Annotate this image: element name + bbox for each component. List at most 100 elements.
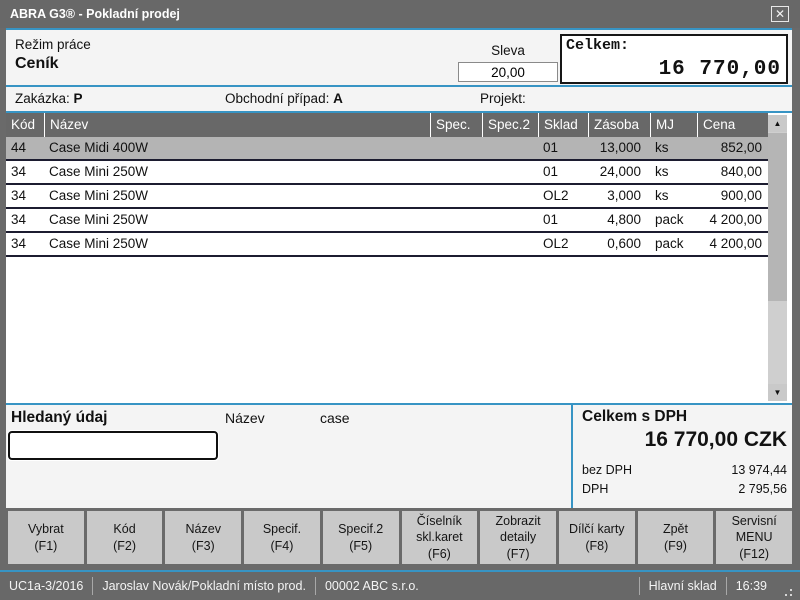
fn-button-label: Kód (113, 521, 135, 537)
order-value: P (74, 91, 83, 106)
fn-button-f9[interactable]: Zpět(F9) (638, 511, 714, 564)
fn-button-key: (F5) (349, 538, 372, 554)
column-header-nzev: Název (44, 113, 430, 137)
totals-row-value: 2 795,56 (738, 480, 787, 499)
cell-kod: 34 (6, 161, 44, 183)
table-row[interactable]: 34Case Mini 250WOL23,000ks900,00 (6, 185, 768, 209)
fn-button-key: (F9) (664, 538, 687, 554)
cell-cena: 4 200,00 (697, 233, 768, 255)
cell-nazev: Case Midi 400W (44, 137, 430, 159)
cell-zasoba: 24,000 (588, 161, 650, 183)
totals-row-label: DPH (582, 480, 608, 499)
resize-grip-icon[interactable] (780, 586, 794, 600)
cell-cena: 900,00 (697, 185, 768, 207)
close-icon[interactable]: ✕ (771, 6, 789, 22)
fn-button-f8[interactable]: Dílčí karty(F8) (559, 511, 635, 564)
mode-value: Ceník (15, 55, 59, 73)
cell-sklad: 01 (538, 161, 588, 183)
fn-button-label: Název (186, 521, 221, 537)
cell-nazev: Case Mini 250W (44, 161, 430, 183)
cell-spec2 (482, 137, 538, 159)
cell-cena: 840,00 (697, 161, 768, 183)
fn-button-f7[interactable]: Zobrazit detaily(F7) (480, 511, 556, 564)
discount-label: Sleva (458, 43, 558, 58)
fn-button-key: (F1) (34, 538, 57, 554)
status-item: Hlavní sklad (640, 579, 726, 593)
fn-button-key: (F6) (428, 546, 451, 562)
window-title: ABRA G3® - Pokladní prodej (0, 7, 180, 21)
totals-panel: Celkem s DPH 16 770,00 CZK bez DPH13 974… (571, 405, 792, 508)
fn-button-label: Zpět (663, 521, 688, 537)
table-row[interactable]: 44Case Midi 400W0113,000ks852,00 (6, 137, 768, 161)
fn-button-f6[interactable]: Číselník skl.karet(F6) (402, 511, 478, 564)
vertical-scrollbar[interactable]: ▲ ▼ (768, 115, 787, 401)
lookup-field-value: case (320, 410, 350, 426)
table-row[interactable]: 34Case Mini 250W0124,000ks840,00 (6, 161, 768, 185)
cell-spec (430, 161, 482, 183)
fn-button-label: Dílčí karty (569, 521, 625, 537)
function-button-bar: Vybrat(F1)Kód(F2)Název(F3)Specif.(F4)Spe… (6, 508, 794, 570)
cell-sklad: OL2 (538, 185, 588, 207)
cell-zasoba: 3,000 (588, 185, 650, 207)
table-body: 44Case Midi 400W0113,000ks852,0034Case M… (6, 137, 792, 257)
cell-mj: ks (650, 185, 697, 207)
fn-button-label: Zobrazit detaily (482, 513, 554, 546)
totals-row: DPH 2 795,56 (582, 480, 787, 499)
header-section: Režim práce Ceník Sleva Celkem: 16 770,0… (6, 28, 792, 87)
cell-zasoba: 4,800 (588, 209, 650, 231)
bottom-panel: Hledaný údaj Název case Celkem s DPH 16 … (6, 405, 792, 508)
order-label: Zakázka: (15, 91, 70, 106)
column-header-spec: Spec. (430, 113, 482, 137)
fn-button-key: (F2) (113, 538, 136, 554)
cell-zasoba: 0,600 (588, 233, 650, 255)
totals-breakdown: bez DPH13 974,44DPH 2 795,56 (582, 461, 787, 499)
cell-sklad: OL2 (538, 233, 588, 255)
fn-button-label: Vybrat (28, 521, 64, 537)
totals-row: bez DPH13 974,44 (582, 461, 787, 480)
fn-button-label: Specif.2 (338, 521, 383, 537)
cell-spec (430, 137, 482, 159)
business-case-field: Obchodní případ: A (225, 91, 343, 106)
project-label: Projekt: (480, 91, 526, 106)
discount-input[interactable] (458, 62, 558, 82)
fn-button-f3[interactable]: Název(F3) (165, 511, 241, 564)
fn-button-key: (F4) (271, 538, 294, 554)
status-item: 16:39 (727, 579, 776, 593)
cell-mj: ks (650, 137, 697, 159)
fn-button-f12[interactable]: Servisní MENU(F12) (716, 511, 792, 564)
fn-button-label: Číselník skl.karet (404, 513, 476, 546)
status-item: 00002 ABC s.r.o. (316, 579, 428, 593)
business-case-label: Obchodní případ: (225, 91, 329, 106)
scrollbar-thumb[interactable] (768, 133, 787, 301)
cell-mj: pack (650, 209, 697, 231)
column-header-cena: Cena (697, 113, 768, 137)
cell-nazev: Case Mini 250W (44, 233, 430, 255)
fn-button-f5[interactable]: Specif.2(F5) (323, 511, 399, 564)
scroll-up-icon[interactable]: ▲ (768, 115, 787, 132)
price-list-table: KódNázevSpec.Spec.2SkladZásobaMJCena 44C… (6, 113, 792, 405)
status-item: UC1a-3/2016 (0, 579, 92, 593)
cell-sklad: 01 (538, 209, 588, 231)
table-row[interactable]: 34Case Mini 250W014,800pack4 200,00 (6, 209, 768, 233)
cell-cena: 852,00 (697, 137, 768, 159)
scroll-down-icon[interactable]: ▼ (768, 384, 787, 401)
search-input[interactable] (8, 431, 218, 460)
table-row[interactable]: 34Case Mini 250WOL20,600pack4 200,00 (6, 233, 768, 257)
cell-spec2 (482, 233, 538, 255)
fn-button-key: (F12) (739, 546, 769, 562)
cell-spec2 (482, 209, 538, 231)
totals-row-label: bez DPH (582, 461, 632, 480)
total-display: Celkem: 16 770,00 (560, 34, 788, 84)
fn-button-f2[interactable]: Kód(F2) (87, 511, 163, 564)
cell-spec (430, 209, 482, 231)
cell-kod: 44 (6, 137, 44, 159)
fn-button-key: (F3) (192, 538, 215, 554)
cell-kod: 34 (6, 233, 44, 255)
fn-button-f1[interactable]: Vybrat(F1) (8, 511, 84, 564)
context-row: Zakázka: P Obchodní případ: A Projekt: (6, 87, 792, 113)
fn-button-f4[interactable]: Specif.(F4) (244, 511, 320, 564)
cell-spec (430, 233, 482, 255)
column-header-sklad: Sklad (538, 113, 588, 137)
project-field: Projekt: (480, 91, 526, 106)
business-case-value: A (333, 91, 343, 106)
